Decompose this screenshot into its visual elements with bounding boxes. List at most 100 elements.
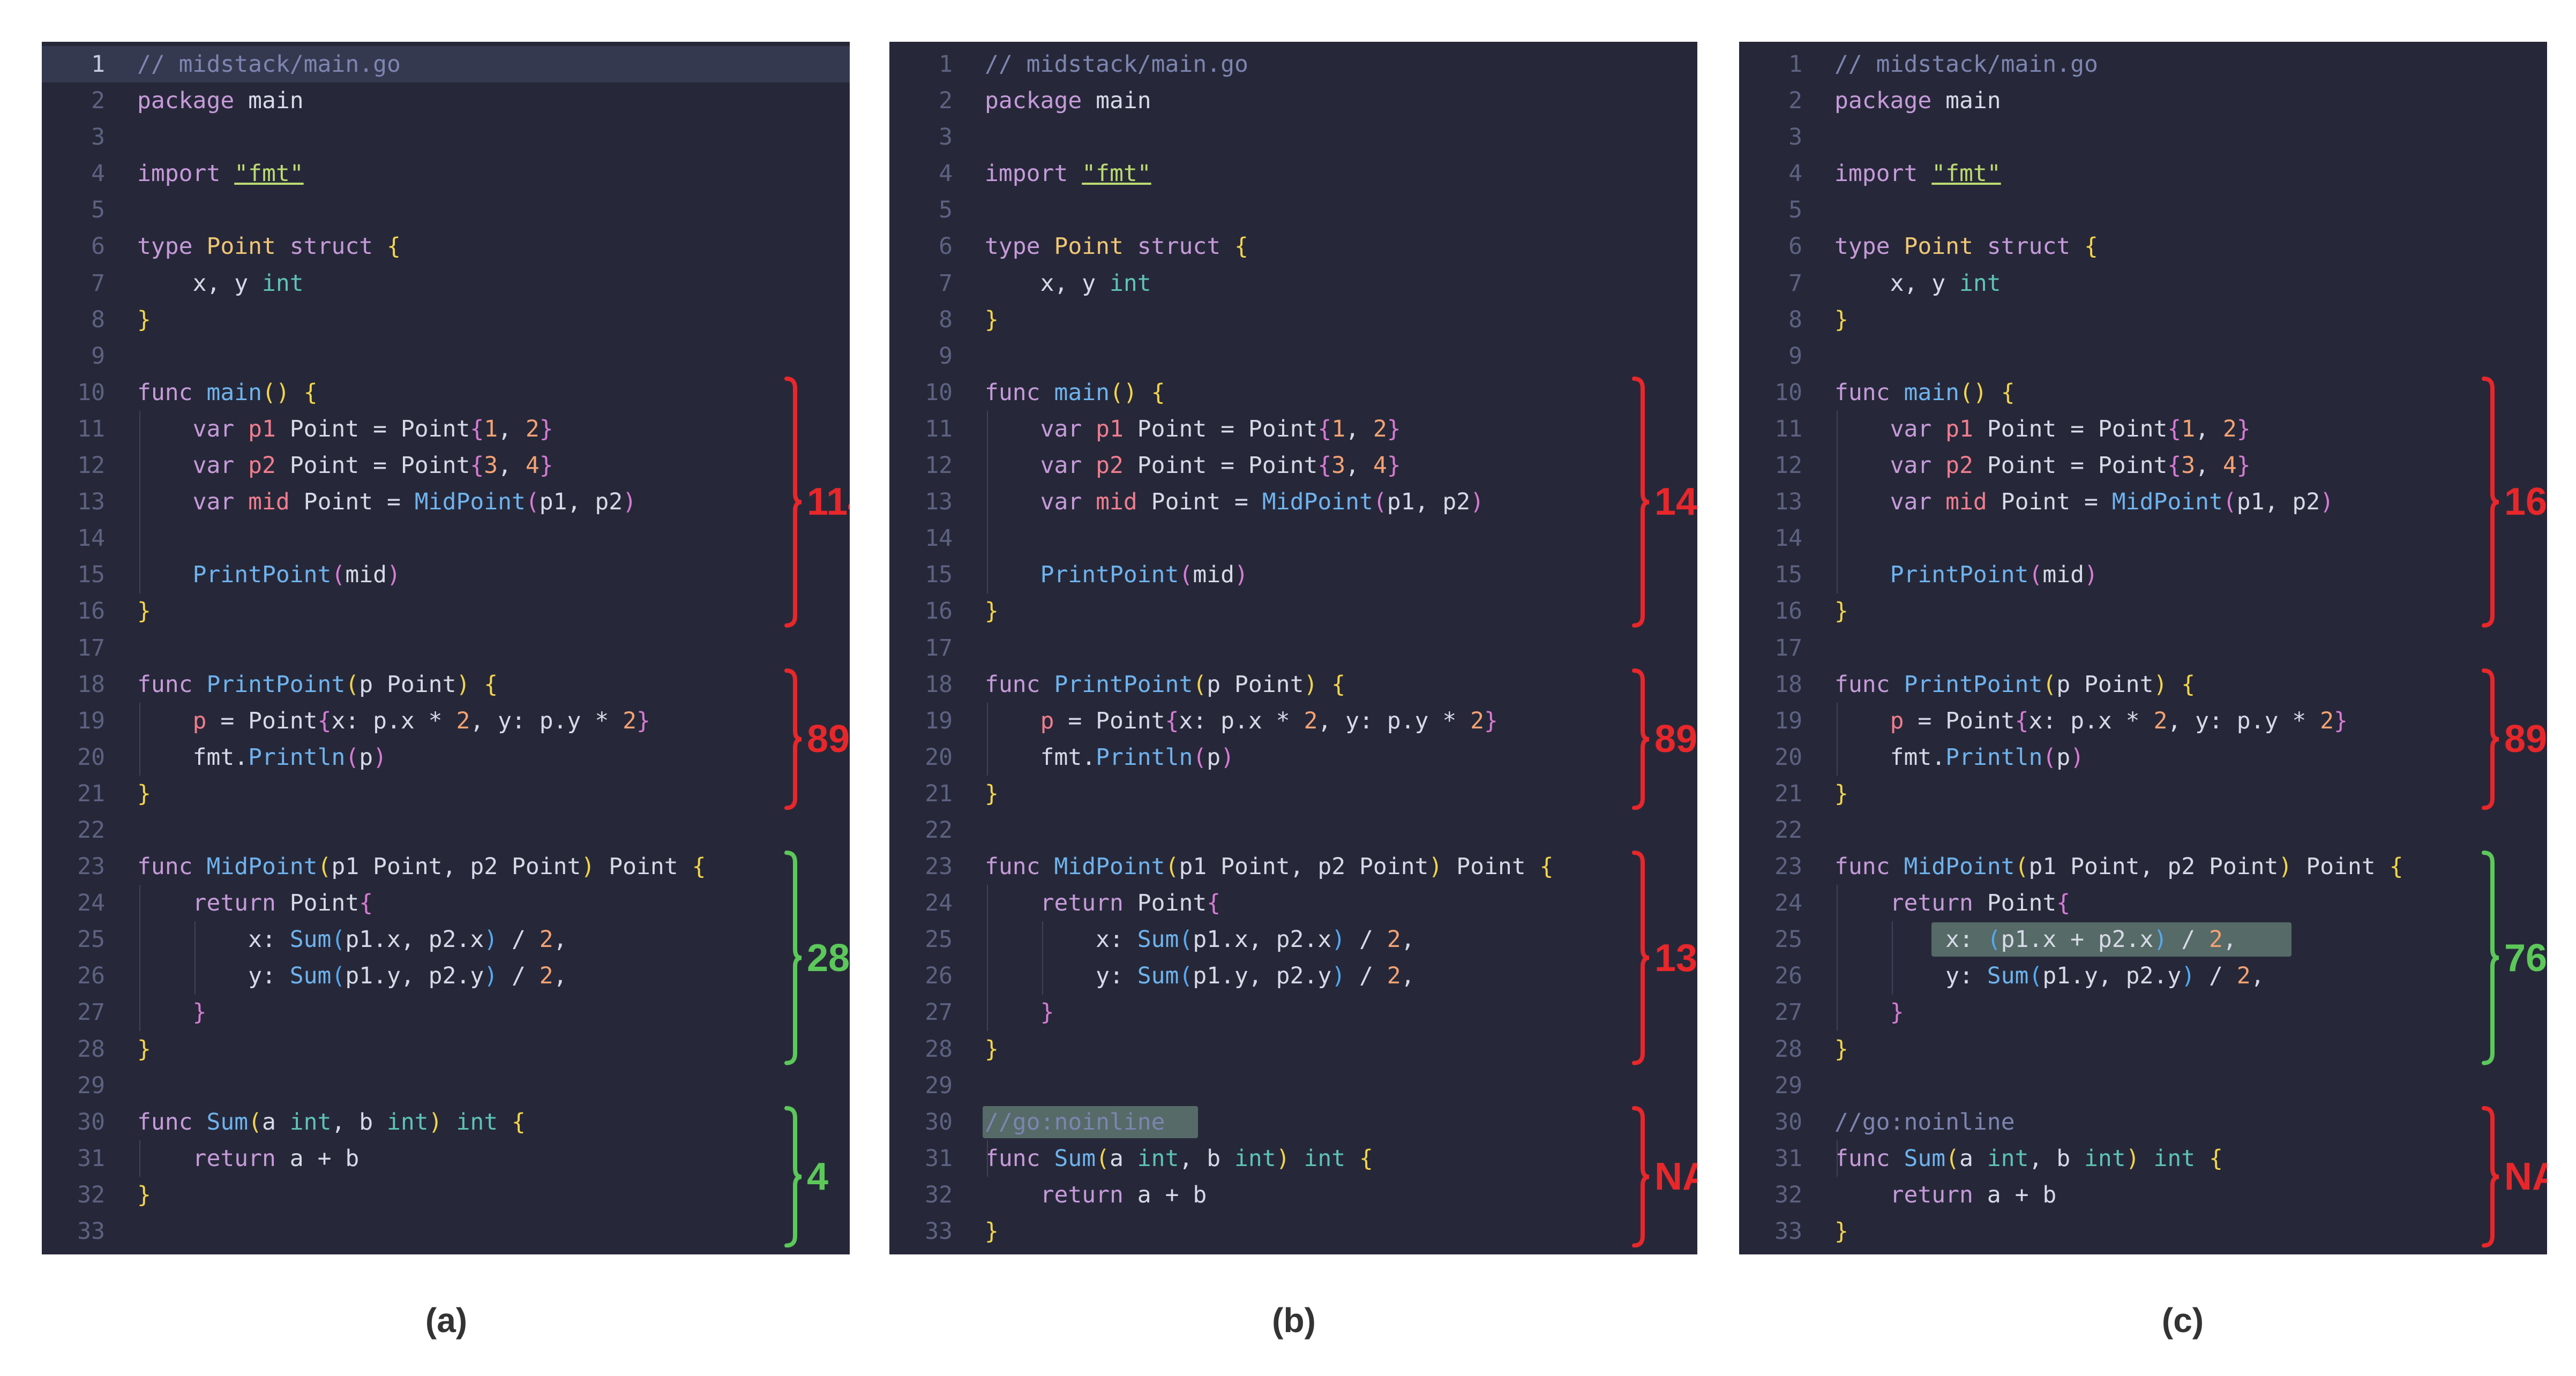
line-number: 14 (925, 525, 953, 552)
line-source: package main (1834, 87, 2001, 115)
code-line: 9 (42, 338, 850, 374)
line-number: 6 (1788, 233, 1802, 260)
code-line: 5 (42, 192, 850, 228)
line-number: 25 (1774, 926, 1802, 953)
line-number: 22 (1774, 816, 1802, 844)
code-line: 31 func Sum(a int, b int) int { (1739, 1140, 2547, 1177)
line-source: } (1834, 306, 1848, 333)
line-number: 29 (77, 1072, 105, 1099)
code-line: 3 (889, 119, 1697, 155)
line-number: 4 (91, 160, 105, 187)
line-source: import "fmt" (985, 160, 1151, 187)
code-line: 7 x, y int (889, 265, 1697, 302)
count-label: 4 (807, 1155, 829, 1199)
line-source: type Point struct { (985, 233, 1248, 260)
line-source: // midstack/main.go (137, 51, 401, 78)
code-line: 27 } (42, 994, 850, 1031)
indent-guide (987, 702, 988, 776)
line-source: x: Sum(p1.x, p2.x) / 2, (985, 926, 1415, 953)
line-source: var mid Point = MidPoint(p1, p2) (1040, 488, 1485, 516)
line-number: 25 (925, 926, 953, 953)
line-source: } (137, 598, 151, 625)
count-label: 89 (2504, 717, 2547, 761)
count-label: 76 (2504, 936, 2547, 980)
code-line: 11 var p1 Point = Point{1, 2} (42, 411, 850, 447)
code-line: 30 //go:noinline (1739, 1104, 2547, 1140)
line-source: import "fmt" (1834, 160, 2001, 187)
code-line: 15 PrintPoint(mid) (889, 557, 1697, 593)
line-number: 8 (1788, 306, 1802, 333)
line-source: func PrintPoint(p Point) { (137, 671, 498, 698)
code-line: 23 func MidPoint(p1 Point, p2 Point) Poin… (889, 848, 1697, 885)
line-source: func main() { (985, 379, 1165, 406)
code-line: 22 (889, 812, 1697, 848)
line-source: fmt.Println(p) (1040, 743, 1235, 771)
line-number: 29 (1774, 1072, 1802, 1099)
code-line: 1 // midstack/main.go (889, 46, 1697, 82)
line-number: 33 (925, 1218, 953, 1245)
code-line: 14 (42, 520, 850, 557)
code-line: 25 x: (p1.x + p2.x) / 2, (1739, 921, 2547, 958)
code-line: 5 (889, 192, 1697, 228)
brace-4 (2481, 1106, 2502, 1250)
line-number: 19 (925, 707, 953, 734)
code-line: 33 (42, 1213, 850, 1250)
code-line: 2 package main (42, 82, 850, 119)
code-line: 11 var p1 Point = Point{1, 2} (1739, 411, 2547, 447)
indent-guide (1837, 1140, 1838, 1177)
line-number: 14 (1774, 525, 1802, 552)
brace-1 (1631, 376, 1652, 630)
line-source: } (985, 1035, 999, 1063)
line-source: fmt.Println(p) (1890, 743, 2085, 771)
code-editor: 1 // midstack/main.go 2 package main 3 4 impor… (42, 46, 850, 1250)
line-source: } (137, 1181, 151, 1208)
line-source: } (1040, 999, 1054, 1026)
line-number: 8 (939, 306, 953, 333)
code-line: 20 fmt.Println(p) (1739, 739, 2547, 776)
code-line: 12 var p2 Point = Point{3, 4} (1739, 447, 2547, 484)
code-line: 18 func PrintPoint(p Point) { (42, 666, 850, 703)
code-line: 2 package main (889, 82, 1697, 119)
code-line: 33} (889, 1213, 1697, 1250)
line-number: 20 (77, 743, 105, 771)
line-source: func Sum(a int, b int) int { (985, 1145, 1373, 1172)
code-line: 32 return a + b (1739, 1177, 2547, 1213)
brace-3 (783, 851, 805, 1068)
code-line: 19 p = Point{x: p.x * 2, y: p.y * 2} (42, 703, 850, 739)
line-source: //go:noinline (985, 1108, 1165, 1136)
code-line: 27 } (1739, 994, 2547, 1031)
code-line: 26 y: Sum(p1.y, p2.y) / 2, (889, 958, 1697, 994)
count-label: 134 (1654, 936, 1697, 980)
line-source: } (985, 306, 999, 333)
line-number: 15 (925, 561, 953, 589)
code-line: 18 func PrintPoint(p Point) { (889, 666, 1697, 703)
line-number: 18 (77, 671, 105, 698)
line-number: 32 (77, 1181, 105, 1208)
line-number: 2 (939, 87, 953, 115)
line-number: 1 (939, 51, 953, 78)
line-source: x, y int (1890, 269, 2001, 297)
line-source: } (1890, 999, 1904, 1026)
code-line: 16} (889, 593, 1697, 629)
line-number: 22 (925, 816, 953, 844)
line-source: y: Sum(p1.y, p2.y) / 2, (985, 963, 1415, 990)
line-source: x, y int (1040, 269, 1151, 297)
line-source: } (1834, 1218, 1848, 1245)
line-number: 21 (1774, 780, 1802, 807)
line-number: 21 (925, 780, 953, 807)
line-number: 16 (77, 598, 105, 625)
code-line: 14 (889, 520, 1697, 557)
line-source: return a + b (1890, 1181, 2057, 1208)
line-number: 26 (1774, 963, 1802, 990)
indent-guide (987, 411, 988, 593)
code-line: 12 var p2 Point = Point{3, 4} (42, 447, 850, 484)
line-source: x: Sum(p1.x, p2.x) / 2, (137, 926, 567, 953)
indent-guide (987, 1140, 988, 1177)
line-number: 9 (1788, 342, 1802, 370)
line-source: fmt.Println(p) (192, 743, 387, 771)
line-number: 13 (77, 488, 105, 516)
line-number: 30 (1774, 1108, 1802, 1136)
code-line: 27 } (889, 994, 1697, 1031)
code-line: 25 x: Sum(p1.x, p2.x) / 2, (889, 921, 1697, 958)
indent-guide (1837, 702, 1838, 776)
